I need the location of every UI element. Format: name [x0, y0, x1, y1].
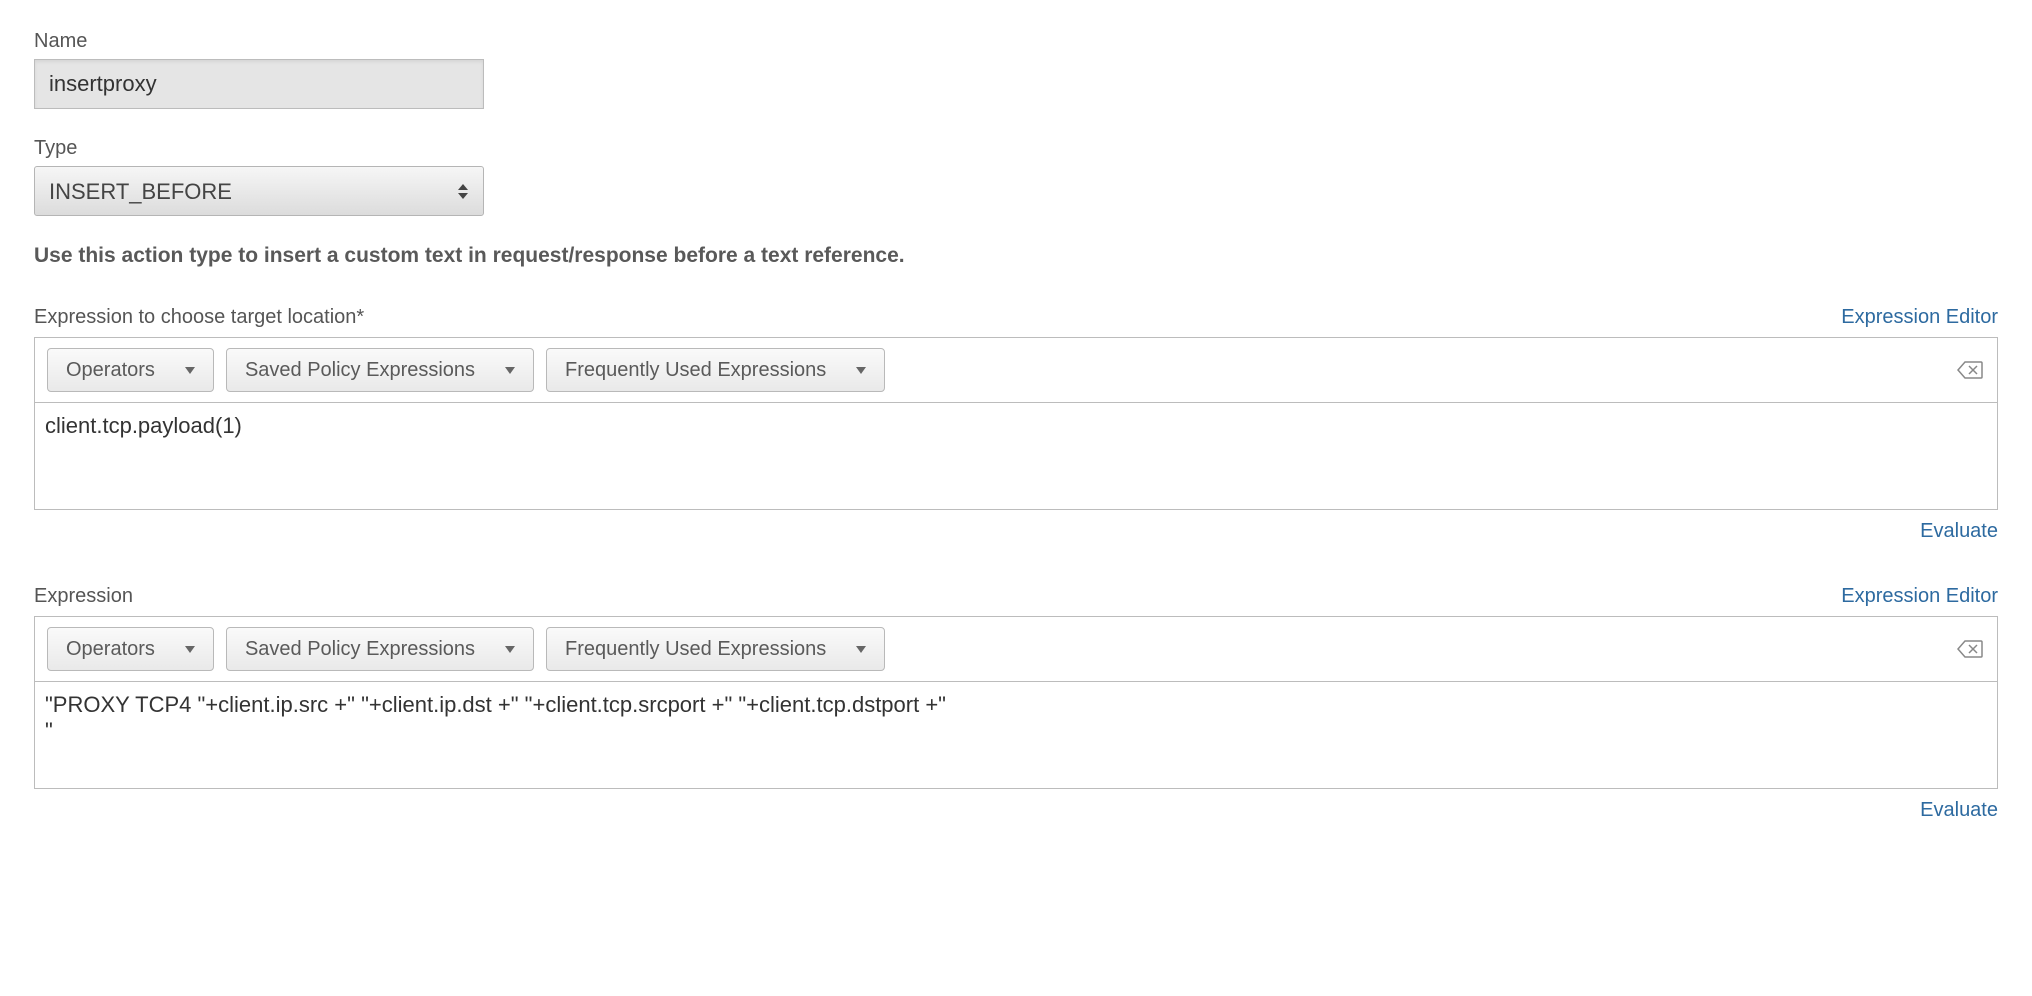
- type-select[interactable]: INSERT_BEFORE: [34, 166, 484, 216]
- operators-label: Operators: [66, 638, 155, 661]
- evaluate-link-2[interactable]: Evaluate: [1920, 799, 1998, 821]
- target-expression-section: Expression to choose target location* Ex…: [34, 306, 1998, 543]
- target-expression-label: Expression to choose target location*: [34, 306, 364, 329]
- frequent-expressions-dropdown-2[interactable]: Frequently Used Expressions: [546, 627, 885, 671]
- target-expression-input[interactable]: [35, 403, 1997, 503]
- saved-expressions-dropdown-1[interactable]: Saved Policy Expressions: [226, 348, 534, 392]
- chevron-down-icon: [185, 646, 195, 653]
- expression-section: Expression Expression Editor Operators S…: [34, 585, 1998, 822]
- chevron-down-icon: [856, 367, 866, 374]
- chevron-down-icon: [856, 646, 866, 653]
- chevron-down-icon: [505, 367, 515, 374]
- expression-input[interactable]: [35, 682, 1997, 782]
- type-help-text: Use this action type to insert a custom …: [34, 244, 1998, 268]
- freq-label: Frequently Used Expressions: [565, 359, 826, 382]
- expression-editor-link-1[interactable]: Expression Editor: [1841, 306, 1998, 329]
- operators-label: Operators: [66, 359, 155, 382]
- clear-icon[interactable]: [1957, 361, 1983, 379]
- frequent-expressions-dropdown-1[interactable]: Frequently Used Expressions: [546, 348, 885, 392]
- expression-label: Expression: [34, 585, 133, 608]
- chevron-down-icon: [505, 646, 515, 653]
- saved-label: Saved Policy Expressions: [245, 638, 475, 661]
- freq-label: Frequently Used Expressions: [565, 638, 826, 661]
- type-label: Type: [34, 137, 1998, 160]
- evaluate-link-1[interactable]: Evaluate: [1920, 520, 1998, 542]
- operators-dropdown-1[interactable]: Operators: [47, 348, 214, 392]
- operators-dropdown-2[interactable]: Operators: [47, 627, 214, 671]
- saved-label: Saved Policy Expressions: [245, 359, 475, 382]
- saved-expressions-dropdown-2[interactable]: Saved Policy Expressions: [226, 627, 534, 671]
- clear-icon[interactable]: [1957, 640, 1983, 658]
- name-label: Name: [34, 30, 1998, 53]
- chevron-down-icon: [185, 367, 195, 374]
- expression-editor-link-2[interactable]: Expression Editor: [1841, 585, 1998, 608]
- name-input[interactable]: [34, 59, 484, 109]
